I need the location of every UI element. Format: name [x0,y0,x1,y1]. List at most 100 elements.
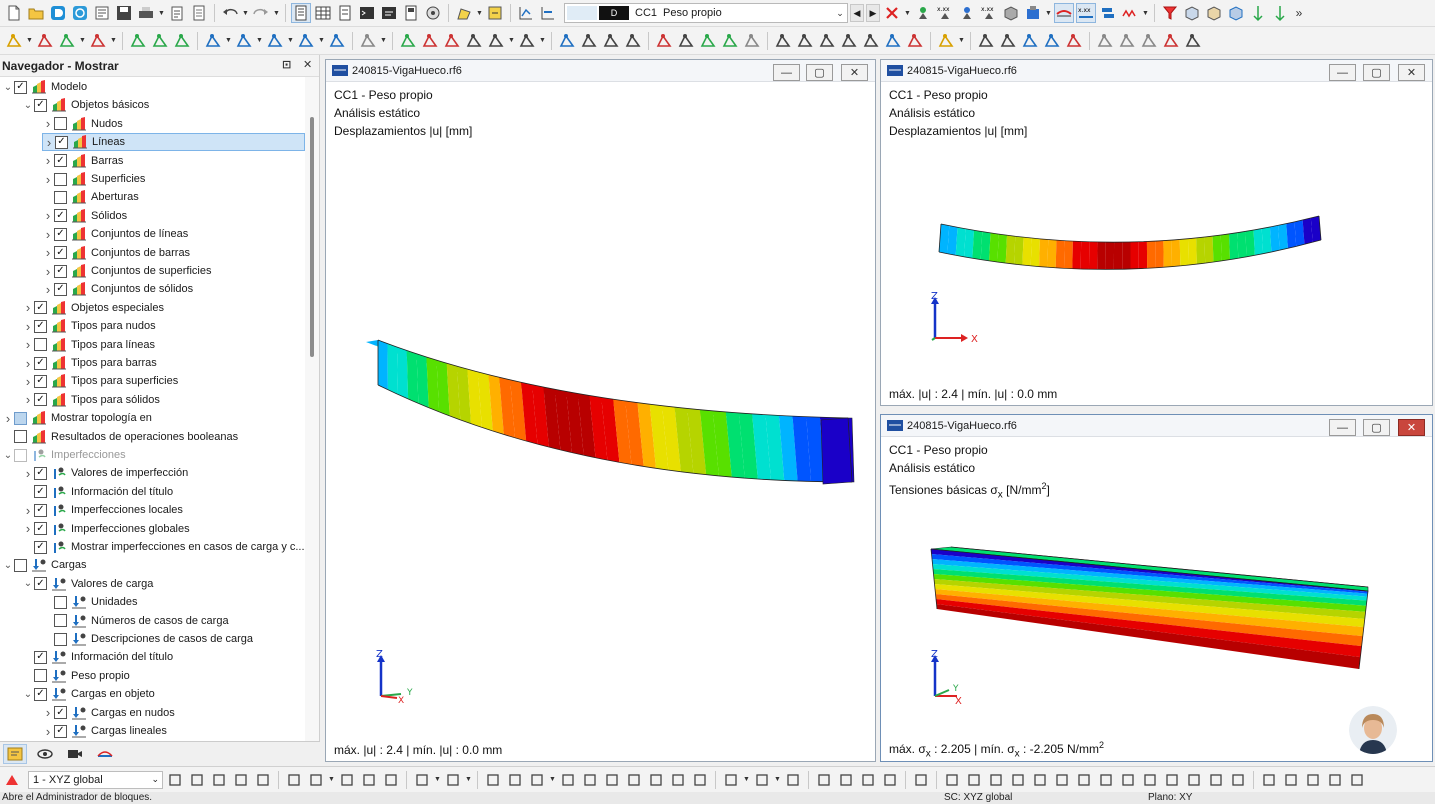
tree-checkbox[interactable]: ✓ [34,301,47,315]
chevron-right-icon[interactable]: › [43,135,55,150]
tree-checkbox[interactable] [14,430,27,444]
tree-checkbox[interactable] [54,172,67,186]
chevron-right-icon[interactable]: › [22,300,34,315]
new-file-icon[interactable] [4,3,24,23]
more-icon[interactable] [783,770,803,790]
dimension-icon[interactable] [485,3,505,23]
tree-checkbox[interactable]: ✓ [54,246,67,260]
chevron-down-icon[interactable]: ⌄ [151,774,162,785]
chevron-right-icon[interactable]: › [22,392,34,407]
tool-dropdown[interactable]: ▼ [958,31,965,51]
tab-views-navigator[interactable] [63,744,87,764]
load-case-prev-icon[interactable] [516,3,536,23]
select-icon[interactable] [4,31,24,51]
grid-tool-2-icon[interactable] [442,31,462,51]
wave-icon[interactable] [654,31,674,51]
tree-item[interactable]: ✓ Información del título [22,648,173,666]
tree-item[interactable]: ⌄ ✓ Cargas en objeto [22,685,155,703]
surface-tree-icon[interactable] [150,31,170,51]
tab-results-navigator[interactable] [93,744,117,764]
cloud-icon[interactable] [70,3,90,23]
tree-item[interactable]: › Mostrar topología en [2,409,152,427]
arch-2-icon[interactable] [964,770,984,790]
crossed-box-icon[interactable] [1008,770,1028,790]
chevron-right-icon[interactable]: › [2,411,14,426]
tree-item[interactable]: › Tipos para líneas [22,336,155,354]
node-tool-icon[interactable] [398,31,418,51]
chevron-right-icon[interactable]: › [22,466,34,481]
snap-line-icon[interactable] [231,770,251,790]
chevron-down-icon[interactable]: ⌄ [22,689,34,700]
eye-tool-icon[interactable] [676,31,696,51]
coordinate-system-selector[interactable]: 1 - XYZ global ⌄ [28,770,163,789]
clipping-icon[interactable] [1226,3,1246,23]
deformation-icon[interactable] [1054,3,1075,23]
tree-item[interactable]: › Nudos [42,115,123,133]
tree-item[interactable]: › ✓ Líneas [42,133,305,152]
lines-2-icon[interactable] [505,770,525,790]
tool-dropdown[interactable]: ▼ [434,770,441,790]
line-tool-icon[interactable] [742,31,762,51]
tree-checkbox[interactable]: ✓ [54,706,67,720]
tool-dropdown[interactable]: ▼ [287,31,294,51]
corner-icon[interactable] [911,770,931,790]
frame-icon[interactable] [623,31,643,51]
ruler-icon[interactable] [517,31,537,51]
numbering-icon[interactable] [443,770,463,790]
cross-icon[interactable] [1161,31,1181,51]
result-value-icon[interactable] [957,3,977,23]
tab-display-navigator[interactable] [33,744,57,764]
tree-checkbox[interactable]: ✓ [34,393,47,407]
snap-object-icon[interactable] [1042,31,1062,51]
tree-checkbox[interactable]: ✓ [34,356,47,370]
chevron-down-icon[interactable]: ⌄ [2,560,14,571]
redo-dropdown[interactable]: ▼ [273,3,280,23]
tree-checkbox[interactable]: ✓ [34,319,47,333]
tree-item[interactable]: Unidades [42,593,137,611]
arrows-icon[interactable] [412,770,432,790]
script-icon[interactable] [379,3,399,23]
grid-5-icon[interactable] [1281,770,1301,790]
pin-icon[interactable]: ⊡ [282,58,291,71]
tree-checkbox[interactable]: ✓ [54,209,67,223]
tree-checkbox[interactable]: ✓ [34,374,47,388]
tree-item[interactable]: Peso propio [22,667,130,685]
marker-icon[interactable] [1347,770,1367,790]
dotted-icon[interactable] [880,770,900,790]
tree-item[interactable]: › ✓ Cargas en nudos [42,704,175,722]
axis-y-icon[interactable] [1270,3,1290,23]
tree-checkbox[interactable]: ✓ [54,227,67,241]
ucs-icon[interactable] [165,770,185,790]
snap-end-icon[interactable] [1064,31,1084,51]
tool-dropdown[interactable]: ▼ [79,31,86,51]
triangle-icon[interactable] [1139,31,1159,51]
box-icon[interactable] [1182,3,1202,23]
chevron-down-icon[interactable]: ⌄ [833,8,847,19]
tree-item[interactable]: › ✓ Valores de imperfección [22,464,188,482]
rotate-copy-icon[interactable] [839,31,859,51]
snap-node-icon[interactable] [209,770,229,790]
chevron-right-icon[interactable]: › [22,319,34,334]
tree-checkbox[interactable]: ✓ [34,522,47,536]
tree-item[interactable]: › ✓ Sólidos [42,207,127,225]
guideline-icon[interactable] [284,770,304,790]
surface-icon[interactable] [172,31,192,51]
bracket-icon[interactable] [579,31,599,51]
model-dropdown[interactable]: ▼ [1045,3,1052,23]
tool-dropdown[interactable]: ▼ [539,31,546,51]
table-icon[interactable] [313,3,333,23]
chevron-right-icon[interactable]: › [42,172,54,187]
grid-4-icon[interactable] [1259,770,1279,790]
navigator-toggle-icon[interactable] [291,3,311,23]
tree-checkbox[interactable] [34,669,47,683]
chevron-right-icon[interactable]: › [42,705,54,720]
navigator-scrollbar[interactable] [305,77,319,741]
ucs-2-icon[interactable] [187,770,207,790]
dlubal-center-icon[interactable] [48,3,68,23]
results-off-icon[interactable] [882,3,902,23]
square-icon[interactable] [986,770,1006,790]
tree-checkbox[interactable]: ✓ [54,724,67,738]
tree-checkbox[interactable] [54,190,67,204]
chevron-down-icon[interactable]: ⌄ [22,578,34,589]
tree-checkbox[interactable]: ✓ [34,98,47,112]
